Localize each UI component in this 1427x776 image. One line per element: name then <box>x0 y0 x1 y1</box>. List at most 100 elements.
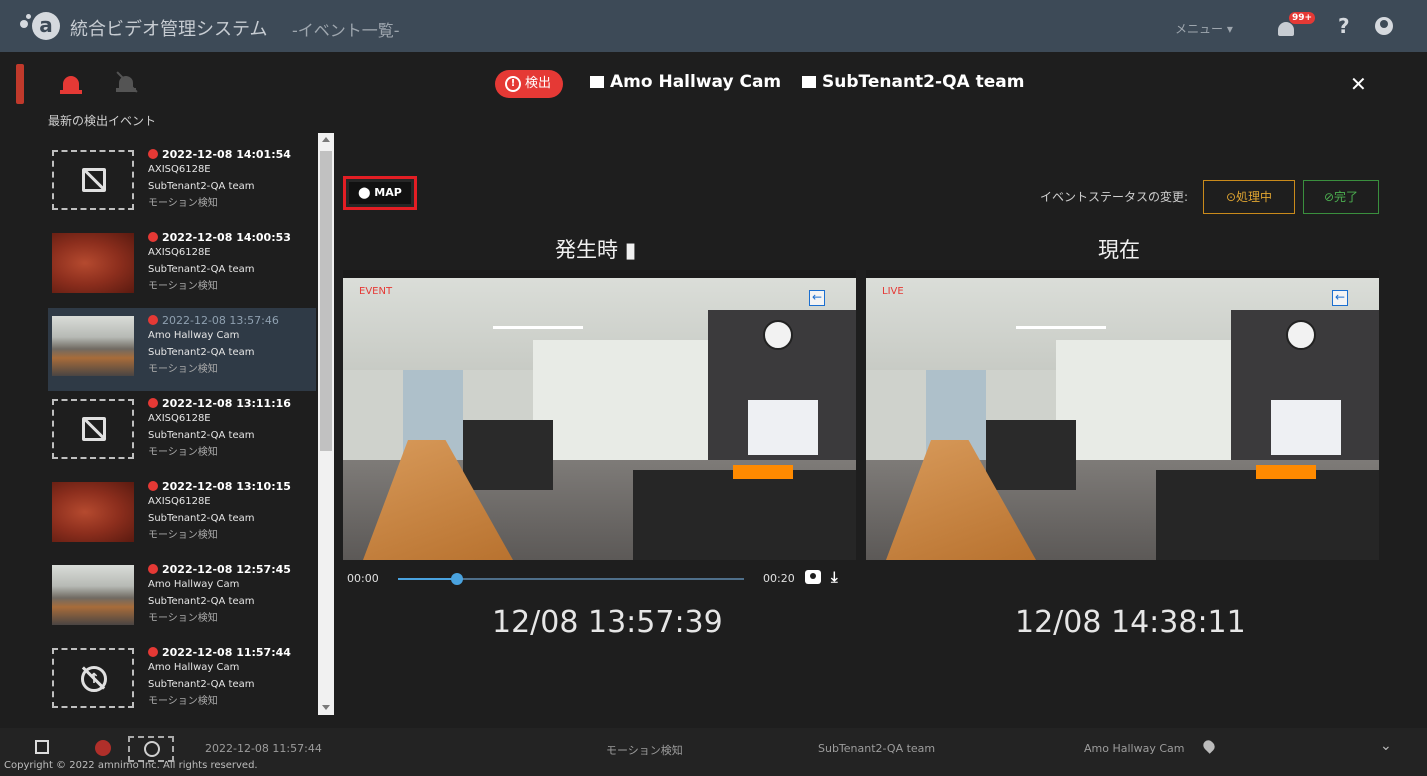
event-timestamp: 2022-12-08 14:01:54 <box>162 148 291 161</box>
map-pin-icon[interactable] <box>1201 738 1217 754</box>
event-list-item[interactable]: 2022-12-08 13:10:15 AXISQ6128E SubTenant… <box>48 474 316 557</box>
footer-event-tenant: SubTenant2-QA team <box>818 742 936 755</box>
seek-handle[interactable] <box>450 573 463 585</box>
no-image-icon <box>52 150 134 210</box>
alert-dot-icon <box>148 481 158 491</box>
scroll-up-icon[interactable] <box>322 137 330 142</box>
map-button[interactable]: ⬤ MAP <box>343 176 417 210</box>
event-list-item[interactable]: ↑ 2022-12-08 11:57:44 Amo Hallway Cam Su… <box>48 640 316 722</box>
building-icon <box>802 76 816 88</box>
event-type: モーション検知 <box>148 281 218 292</box>
event-camera: AXISQ6128E <box>148 164 211 175</box>
event-timestamp: 2022-12-08 13:11:16 <box>162 397 291 410</box>
event-type: モーション検知 <box>148 696 218 707</box>
playback-end-time: 00:20 <box>763 572 795 585</box>
menu-button[interactable]: メニュー ▾ <box>1175 20 1233 37</box>
alert-dot-icon <box>148 149 158 159</box>
wall-clock <box>763 320 793 350</box>
event-overlay-tag: EVENT <box>359 286 393 297</box>
top-app-bar: a 統合ビデオ管理システム -イベント一覧- メニュー ▾ 99+ ? <box>0 0 1427 52</box>
event-tenant: SubTenant2-QA team <box>148 430 255 441</box>
notifications-badge: 99+ <box>1289 12 1316 24</box>
alert-dot-icon <box>148 315 158 325</box>
app-logo[interactable]: a <box>20 12 60 40</box>
event-list-item-selected[interactable]: 2022-12-08 13:57:46 Amo Hallway Cam SubT… <box>48 308 316 391</box>
status-processing-button[interactable]: ⊙処理中 <box>1203 180 1295 214</box>
event-camera: AXISQ6128E <box>148 413 211 424</box>
event-timestamp: 2022-12-08 13:57:46 <box>162 314 279 327</box>
event-list-item[interactable]: 2022-12-08 14:01:54 AXISQ6128E SubTenant… <box>48 142 316 225</box>
event-list-item[interactable]: 2022-12-08 14:00:53 AXISQ6128E SubTenant… <box>48 225 316 308</box>
alert-circle-icon: ! <box>505 76 521 92</box>
alert-dot-icon <box>148 398 158 408</box>
camera-icon: ▮ <box>624 238 637 262</box>
event-tenant: SubTenant2-QA team <box>148 513 255 524</box>
event-camera: Amo Hallway Cam <box>148 662 240 673</box>
account-icon[interactable] <box>1375 17 1393 35</box>
event-tenant: SubTenant2-QA team <box>148 679 255 690</box>
event-tenant: SubTenant2-QA team <box>148 596 255 607</box>
alarm-muted-icon[interactable] <box>114 70 140 94</box>
no-image-icon <box>52 399 134 459</box>
alert-dot-icon <box>148 564 158 574</box>
event-sidebar: 最新の検出イベント 2022-12-08 14:01:54 AXISQ6128E… <box>40 60 340 720</box>
snapshot-camera-icon[interactable] <box>805 570 821 584</box>
event-video-player[interactable]: ← EVENT <box>343 270 856 560</box>
seek-progress <box>398 578 457 580</box>
event-timestamp: 2022-12-08 11:57:44 <box>162 646 291 659</box>
scroll-thumb[interactable] <box>320 151 332 451</box>
alert-dot-icon <box>148 232 158 242</box>
close-icon[interactable]: ✕ <box>1350 72 1367 96</box>
event-tenant: SubTenant2-QA team <box>148 347 255 358</box>
page-subtitle: -イベント一覧- <box>292 21 400 40</box>
event-camera: Amo Hallway Cam <box>148 330 240 341</box>
video-controls: 00:00 00:20 ⤓ <box>343 562 856 592</box>
status-change-label: イベントステータスの変更: <box>1040 190 1189 204</box>
cctv-camera-icon <box>590 76 604 88</box>
hallway-thumbnail <box>52 565 134 625</box>
alarm-active-icon[interactable] <box>58 68 84 94</box>
bottom-event-bar: 2022-12-08 11:57:44 モーション検知 SubTenant2-Q… <box>0 728 1427 776</box>
event-list-item[interactable]: 2022-12-08 12:57:45 Amo Hallway Cam SubT… <box>48 557 316 640</box>
motion-thumbnail <box>52 233 134 293</box>
upload-icon <box>128 736 174 762</box>
alert-dot-icon <box>148 647 158 657</box>
help-icon[interactable]: ? <box>1338 14 1350 38</box>
download-icon[interactable]: ⤓ <box>831 568 838 586</box>
event-type: モーション検知 <box>148 530 218 541</box>
status-done-button[interactable]: ⊘完了 <box>1303 180 1379 214</box>
event-timestamp: 2022-12-08 14:00:53 <box>162 231 291 244</box>
event-type: モーション検知 <box>148 198 218 209</box>
exit-sign-icon: ← <box>1332 290 1348 306</box>
footer-event-timestamp: 2022-12-08 11:57:44 <box>205 742 322 755</box>
map-pin-icon: ⬤ <box>358 186 375 199</box>
scroll-down-icon[interactable] <box>322 705 330 710</box>
event-type: モーション検知 <box>148 447 218 458</box>
current-timestamp: 12/08 14:38:11 <box>1015 605 1246 640</box>
select-checkbox[interactable] <box>35 740 49 754</box>
motion-thumbnail <box>52 482 134 542</box>
exit-sign-icon: ← <box>809 290 825 306</box>
camera-name: Amo Hallway Cam <box>590 72 781 92</box>
playback-start-time: 00:00 <box>347 572 379 585</box>
event-list-scrollbar[interactable] <box>318 133 334 715</box>
event-timestamp: 2022-12-08 12:57:45 <box>162 563 291 576</box>
event-type: モーション検知 <box>148 364 218 375</box>
notifications-bell-icon[interactable]: 99+ <box>1275 12 1316 40</box>
footer-event-camera: Amo Hallway Cam <box>1084 742 1185 755</box>
tenant-name: SubTenant2-QA team <box>802 72 1024 92</box>
footer-event-type: モーション検知 <box>606 744 683 757</box>
live-overlay-tag: LIVE <box>882 286 904 297</box>
sidebar-toggle-tab[interactable] <box>16 64 24 104</box>
live-video-view[interactable]: ← LIVE <box>866 270 1379 560</box>
event-list-item[interactable]: 2022-12-08 13:11:16 AXISQ6128E SubTenant… <box>48 391 316 474</box>
detection-badge: ! 検出 <box>495 70 564 98</box>
upload-icon: ↑ <box>52 648 134 708</box>
occurred-timestamp: 12/08 13:57:39 <box>492 605 723 640</box>
event-camera: Amo Hallway Cam <box>148 579 240 590</box>
event-camera: AXISQ6128E <box>148 247 211 258</box>
app-title: 統合ビデオ管理システム <box>70 19 268 40</box>
copyright-text: Copyright © 2022 amnimo Inc. All rights … <box>4 760 258 771</box>
chevron-down-icon[interactable]: ⌄ <box>1380 738 1392 754</box>
latest-events-title: 最新の検出イベント <box>48 114 157 128</box>
